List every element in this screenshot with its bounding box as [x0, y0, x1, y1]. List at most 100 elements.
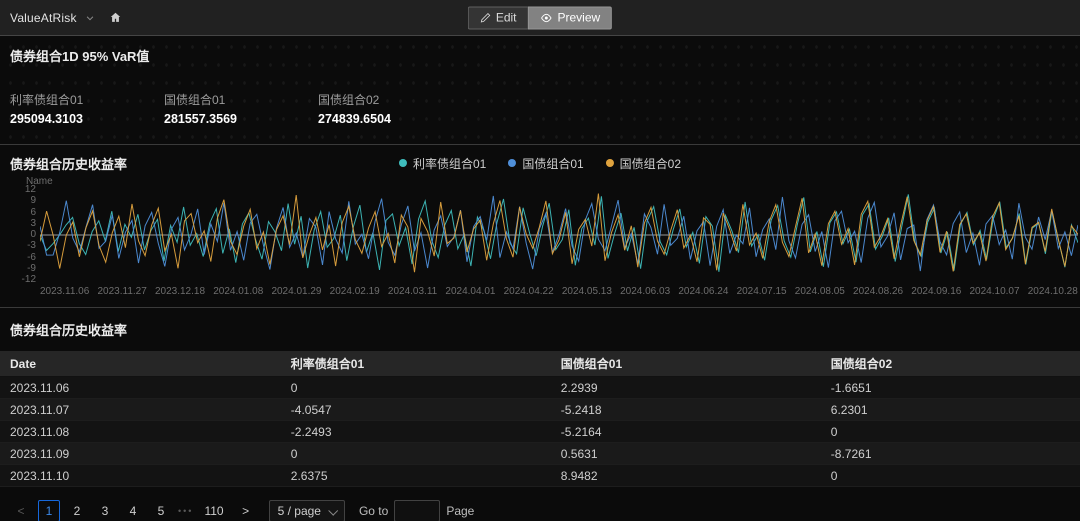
dashboard-select[interactable]: ValueAtRisk — [10, 11, 95, 25]
table-cell: 2023.11.07 — [0, 398, 281, 421]
x-tick: 2023.11.27 — [97, 286, 147, 297]
y-tick: -9 — [27, 262, 36, 274]
mode-switch: Edit Preview — [467, 6, 613, 29]
table-cell: -8.7261 — [820, 442, 1080, 465]
legend-dot — [398, 159, 407, 167]
column-header-date: Date — [0, 351, 281, 377]
column-header-series3: 国债组合02 — [820, 351, 1080, 377]
table-cell: -5.2164 — [550, 420, 821, 443]
chart-legend: 利率债组合01 国债组合01 国债组合02 — [398, 155, 682, 172]
legend-item[interactable]: 国债组合01 — [508, 155, 584, 172]
x-tick: 2024.07.15 — [736, 286, 787, 297]
x-tick: 2024.05.13 — [561, 286, 612, 297]
y-tick: -6 — [27, 251, 36, 263]
table-cell: 2023.11.08 — [0, 420, 281, 443]
y-tick: -3 — [27, 240, 36, 252]
goto-page-input[interactable] — [394, 500, 441, 521]
table-cell: 0 — [820, 420, 1080, 443]
preview-button-label: Preview — [557, 10, 601, 25]
page-size-label: 5 / page — [277, 504, 321, 518]
goto-label: Go to — [358, 504, 389, 518]
table-row: 2023.11.07 -4.0547 -5.2418 6.2301 — [0, 398, 1080, 421]
table-cell: 2023.11.10 — [0, 464, 281, 487]
table-section: 债券组合历史收益率 Date 利率债组合01 国债组合01 国债组合02 202… — [0, 307, 1080, 521]
kpi-card: 国债组合02 274839.6504 — [318, 91, 472, 126]
y-tick: 0 — [30, 229, 36, 240]
page-ellipsis[interactable]: ••• — [178, 506, 193, 516]
kpi-value: 295094.3103 — [10, 112, 83, 126]
eye-icon — [540, 13, 552, 22]
table-row: 2023.11.10 2.6375 8.9482 0 — [0, 464, 1080, 487]
x-tick: 2024.03.11 — [387, 286, 438, 297]
y-tick: 12 — [24, 184, 36, 195]
table-cell: -4.0547 — [280, 398, 551, 421]
page-button-5[interactable]: 5 — [150, 500, 172, 521]
column-header-series1: 利率债组合01 — [280, 351, 551, 377]
table-cell: -1.6651 — [820, 376, 1080, 399]
table-cell: 2023.11.09 — [0, 442, 281, 465]
edit-button-label: Edit — [495, 10, 517, 25]
page-suffix-label: Page — [446, 504, 475, 518]
x-tick: 2024.01.08 — [213, 286, 264, 297]
x-axis: 2023.11.06 2023.11.27 2023.12.18 2024.01… — [40, 286, 1078, 297]
x-tick: 2023.11.06 — [40, 286, 90, 297]
home-button[interactable] — [109, 11, 122, 24]
legend-item[interactable]: 国债组合02 — [605, 155, 682, 172]
x-tick: 2024.06.24 — [678, 286, 729, 297]
legend-label: 国债组合01 — [522, 156, 584, 171]
table-title: 债券组合历史收益率 — [10, 323, 128, 338]
y-axis: 12 9 6 3 0 -3 -6 -9 -12 — [10, 185, 36, 285]
page-button-3[interactable]: 3 — [94, 500, 116, 521]
returns-chart-svg — [40, 193, 1078, 273]
x-tick: 2024.02.19 — [329, 286, 380, 297]
page-button-4[interactable]: 4 — [122, 500, 144, 521]
table-cell: 0 — [280, 442, 551, 465]
x-tick: 2024.04.22 — [503, 286, 554, 297]
table-header-row: Date 利率债组合01 国债组合01 国债组合02 — [0, 351, 1080, 377]
kpi-label: 国债组合02 — [318, 93, 380, 107]
x-tick: 2023.12.18 — [154, 286, 206, 297]
y-tick: 9 — [30, 195, 36, 207]
kpi-label: 利率债组合01 — [10, 93, 84, 107]
page-button-last[interactable]: 110 — [199, 500, 228, 521]
preview-button[interactable]: Preview — [527, 6, 613, 29]
edit-button[interactable]: Edit — [467, 6, 528, 29]
table-cell: 0 — [280, 376, 551, 399]
y-tick: 3 — [30, 217, 36, 229]
legend-label: 利率债组合01 — [412, 156, 487, 171]
x-tick: 2024.08.05 — [794, 286, 845, 297]
table-cell: 2.6375 — [280, 464, 551, 487]
table-cell: -2.2493 — [280, 420, 551, 443]
table-cell: 2.2939 — [550, 376, 821, 399]
legend-dot — [508, 159, 517, 167]
kpi-label: 国债组合01 — [164, 93, 226, 107]
x-tick: 2024.04.01 — [445, 286, 496, 297]
x-tick: 2024.09.16 — [911, 286, 962, 297]
table-cell: -5.2418 — [550, 398, 821, 421]
legend-dot — [605, 159, 614, 167]
returns-table: Date 利率债组合01 国债组合01 国债组合02 2023.11.06 0 … — [0, 351, 1080, 487]
goto-page-control: Go to Page — [359, 500, 474, 521]
kpi-card: 利率债组合01 295094.3103 — [10, 91, 164, 126]
table-row: 2023.11.09 0 0.5631 -8.7261 — [0, 442, 1080, 465]
x-tick: 2024.10.28 — [1027, 286, 1078, 297]
column-header-series2: 国债组合01 — [550, 351, 821, 377]
page-button-1[interactable]: 1 — [38, 500, 60, 521]
next-page-button[interactable]: > — [235, 500, 257, 521]
table-row: 2023.11.06 0 2.2939 -1.6651 — [0, 376, 1080, 399]
table-row: 2023.11.08 -2.2493 -5.2164 0 — [0, 420, 1080, 443]
table-cell: 0.5631 — [550, 442, 821, 465]
chevron-down-icon — [328, 505, 339, 516]
legend-label: 国债组合02 — [619, 156, 682, 171]
kpi-value: 274839.6504 — [318, 112, 391, 126]
chevron-down-icon — [86, 15, 93, 20]
y-tick: 6 — [30, 206, 36, 218]
x-tick: 2024.06.03 — [620, 286, 671, 297]
prev-page-button[interactable]: < — [10, 500, 32, 521]
legend-item[interactable]: 利率债组合01 — [398, 155, 487, 172]
x-tick: 2024.08.26 — [853, 286, 904, 297]
page-button-2[interactable]: 2 — [66, 500, 88, 521]
topbar: ValueAtRisk Edit Preview — [0, 0, 1080, 36]
page-size-select[interactable]: 5 / page — [268, 500, 345, 521]
pagination: < 1 2 3 4 5 ••• 110 > 5 / page Go to Pag… — [0, 487, 1080, 521]
